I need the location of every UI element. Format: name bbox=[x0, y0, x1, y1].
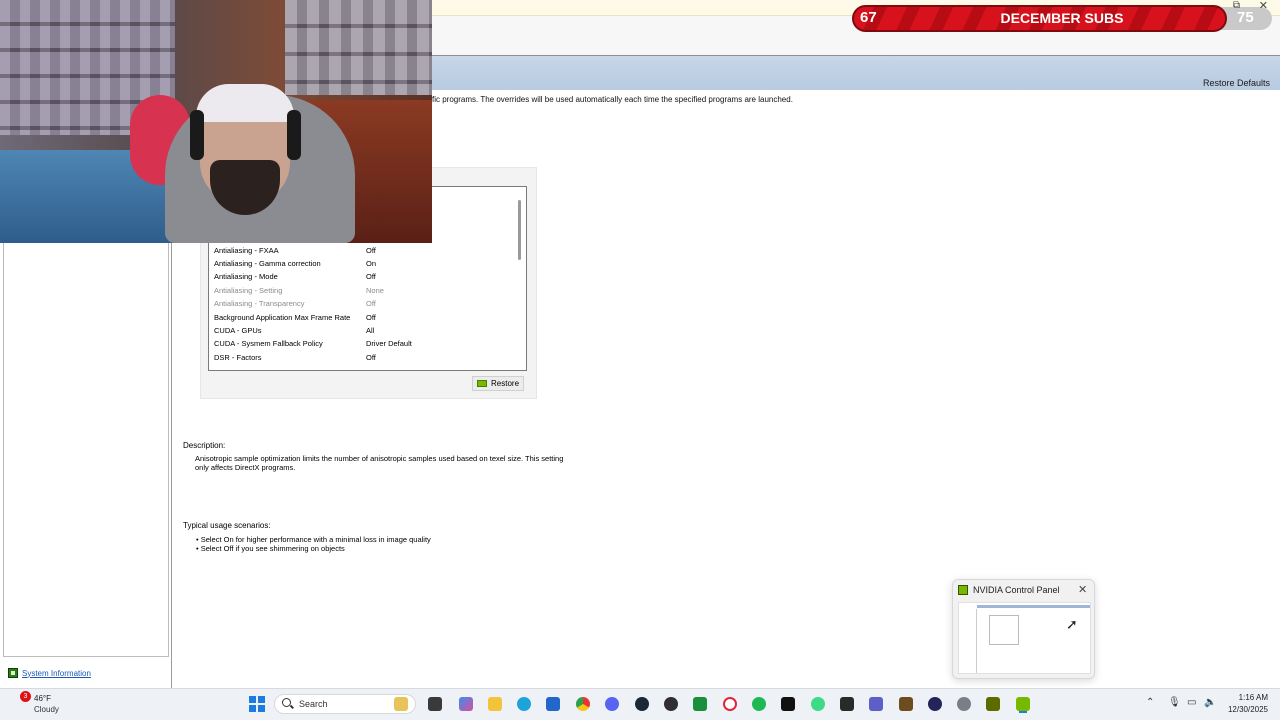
subs-current-count: 67 bbox=[860, 9, 877, 26]
opera-icon[interactable] bbox=[723, 697, 737, 711]
setting-row-bg-max-frame-rate[interactable]: Background Application Max Frame Rate Of… bbox=[214, 311, 514, 324]
weather-condition[interactable]: Cloudy bbox=[34, 705, 59, 714]
preview-close-icon[interactable]: ✕ bbox=[1078, 583, 1087, 596]
teams-icon[interactable] bbox=[869, 697, 883, 711]
app-icon[interactable] bbox=[899, 697, 913, 711]
setting-value: None bbox=[366, 286, 384, 295]
edge-icon[interactable] bbox=[517, 697, 531, 711]
discord-icon[interactable] bbox=[605, 697, 619, 711]
subs-goal-count: 75 bbox=[1237, 9, 1254, 26]
setting-value[interactable]: Off bbox=[366, 311, 376, 324]
headset-right-icon bbox=[287, 110, 301, 160]
setting-row-aa-mode[interactable]: Antialiasing - Mode Off bbox=[214, 270, 514, 283]
settings-icon[interactable] bbox=[957, 697, 971, 711]
nvidia-icon[interactable] bbox=[986, 697, 1000, 711]
mouse-cursor-icon: ➚ bbox=[1066, 616, 1078, 632]
spotify-icon[interactable] bbox=[752, 697, 766, 711]
android-icon[interactable] bbox=[811, 697, 825, 711]
setting-value[interactable]: Off bbox=[366, 270, 376, 283]
usage-scenario-item: • Select Off if you see shimmering on ob… bbox=[196, 544, 345, 553]
setting-row-aa-setting: Antialiasing - Setting None bbox=[214, 284, 514, 297]
webcam-streamer-cap bbox=[196, 84, 294, 122]
description-text: Anisotropic sample optimization limits t… bbox=[195, 454, 564, 472]
setting-value[interactable]: Off bbox=[366, 351, 376, 364]
setting-row-aa-transparency: Antialiasing - Transparency Off bbox=[214, 297, 514, 310]
settings-list-scrollbar[interactable] bbox=[518, 200, 521, 260]
restore-window-icon[interactable]: ⧉ bbox=[1233, 0, 1240, 11]
setting-row-cuda-sysmem[interactable]: CUDA - Sysmem Fallback Policy Driver Def… bbox=[214, 337, 514, 350]
system-information-icon bbox=[8, 668, 18, 678]
usage-scenarios-label: Typical usage scenarios: bbox=[183, 521, 271, 530]
thumbnail-settings-box bbox=[989, 615, 1019, 645]
restore-button-label: Restore bbox=[491, 379, 520, 388]
setting-row-cuda-gpus[interactable]: CUDA - GPUs All bbox=[214, 324, 514, 337]
setting-name: CUDA - Sysmem Fallback Policy bbox=[214, 339, 323, 348]
setting-name: Antialiasing - FXAA bbox=[214, 246, 279, 255]
volume-icon[interactable]: 🔈 bbox=[1204, 697, 1216, 708]
thumbnail-header bbox=[977, 605, 1090, 608]
subs-goal-banner: 67 DECEMBER SUBS 75 bbox=[852, 5, 1272, 32]
xbox-icon[interactable] bbox=[693, 697, 707, 711]
folder-icon[interactable] bbox=[488, 697, 502, 711]
headset-left-icon bbox=[190, 110, 204, 160]
setting-row-fxaa[interactable]: Antialiasing - FXAA Off bbox=[214, 244, 514, 257]
setting-name: Background Application Max Frame Rate bbox=[214, 313, 351, 322]
setting-value[interactable]: Off bbox=[366, 244, 376, 257]
preview-thumbnail[interactable] bbox=[958, 602, 1091, 674]
close-window-icon[interactable]: ✕ bbox=[1259, 0, 1268, 12]
taskbar-date[interactable]: 12/30/2025 bbox=[1222, 705, 1268, 714]
network-icon[interactable]: ▭ bbox=[1187, 697, 1196, 708]
setting-name: CUDA - GPUs bbox=[214, 326, 262, 335]
nvidia-icon bbox=[958, 585, 968, 595]
task-tree[interactable] bbox=[3, 243, 169, 657]
capcut-icon[interactable] bbox=[781, 697, 795, 711]
microphone-icon[interactable]: 🎙 bbox=[1168, 697, 1181, 708]
setting-value[interactable]: All bbox=[366, 324, 374, 337]
setting-name: Antialiasing - Setting bbox=[214, 286, 283, 295]
store-icon[interactable] bbox=[546, 697, 560, 711]
webcam-figures-shelf bbox=[285, 0, 432, 95]
restore-button[interactable]: Restore bbox=[472, 376, 524, 391]
weather-temperature[interactable]: 46°F bbox=[34, 694, 51, 703]
preview-title: NVIDIA Control Panel bbox=[973, 585, 1060, 595]
system-information-label: System Information bbox=[22, 668, 91, 678]
usage-scenario-item: • Select On for higher performance with … bbox=[196, 535, 431, 544]
search-icon bbox=[282, 698, 291, 707]
setting-value[interactable]: Driver Default bbox=[366, 337, 412, 350]
setting-value: Off bbox=[366, 299, 376, 308]
media-icon[interactable] bbox=[928, 697, 942, 711]
nvidia-control-panel-icon[interactable] bbox=[1016, 697, 1030, 711]
taskbar-time[interactable]: 1:16 AM bbox=[1228, 693, 1268, 702]
navigation-panel bbox=[0, 243, 172, 688]
tray-overflow-icon[interactable]: ⌃ bbox=[1146, 697, 1154, 708]
windows-start-icon[interactable] bbox=[249, 696, 265, 712]
weather-alert-badge: 3 bbox=[20, 691, 31, 702]
subs-goal-title: DECEMBER SUBS bbox=[1000, 10, 1124, 26]
description-label: Description: bbox=[183, 441, 226, 450]
setting-row-gamma-correction[interactable]: Antialiasing - Gamma correction On bbox=[214, 257, 514, 270]
webcam-overlay bbox=[0, 0, 432, 243]
setting-name: DSR - Factors bbox=[214, 353, 262, 362]
chrome-icon[interactable] bbox=[576, 697, 590, 711]
setting-name: Antialiasing - Transparency bbox=[214, 299, 305, 308]
steam-icon[interactable] bbox=[635, 697, 649, 711]
obs-icon[interactable] bbox=[664, 697, 678, 711]
nvidia-restore-icon bbox=[477, 380, 487, 387]
thumbnail-sidebar bbox=[959, 609, 977, 673]
restore-defaults-link[interactable]: Restore Defaults bbox=[1203, 78, 1270, 88]
copilot-icon[interactable] bbox=[459, 697, 473, 711]
setting-name: Antialiasing - Gamma correction bbox=[214, 259, 321, 268]
setting-row-dsr-factors[interactable]: DSR - Factors Off bbox=[214, 351, 514, 364]
system-information-link[interactable]: System Information bbox=[8, 668, 91, 678]
epic-games-icon[interactable] bbox=[840, 697, 854, 711]
widgets-icon[interactable] bbox=[394, 697, 408, 711]
page-intro-text: fic programs. The overrides will be used… bbox=[432, 95, 793, 104]
setting-value[interactable]: On bbox=[366, 257, 376, 270]
task-view-icon[interactable] bbox=[428, 697, 442, 711]
setting-name: Antialiasing - Mode bbox=[214, 272, 278, 281]
